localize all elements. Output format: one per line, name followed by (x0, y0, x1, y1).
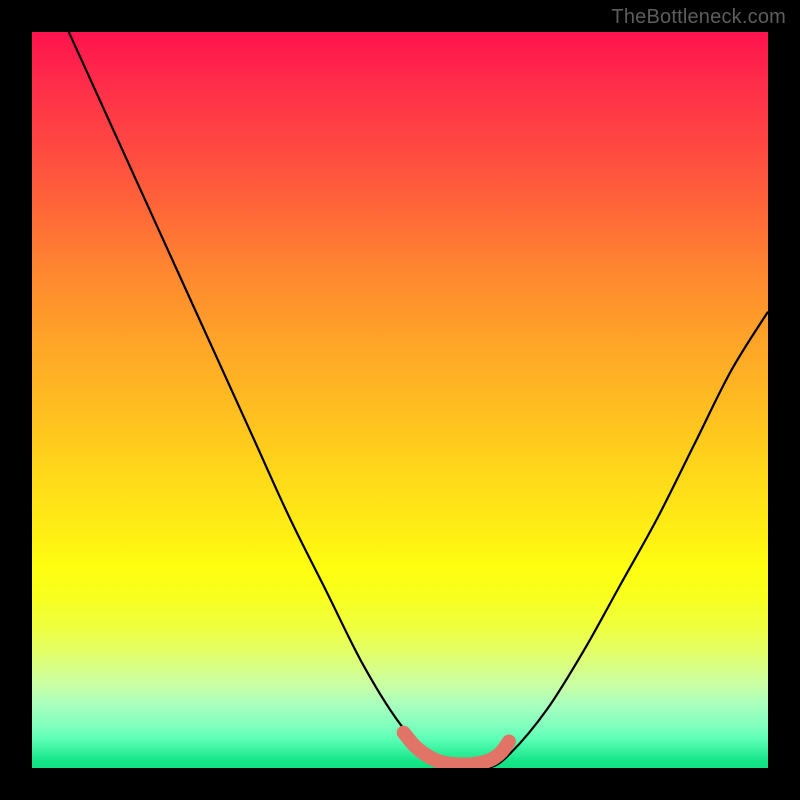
optimal-zone-highlight (404, 733, 509, 765)
curve-overlay (32, 32, 768, 768)
bottleneck-curve (69, 32, 768, 768)
chart-container: TheBottleneck.com (0, 0, 800, 800)
attribution-label: TheBottleneck.com (611, 6, 786, 29)
plot-area (32, 32, 768, 768)
